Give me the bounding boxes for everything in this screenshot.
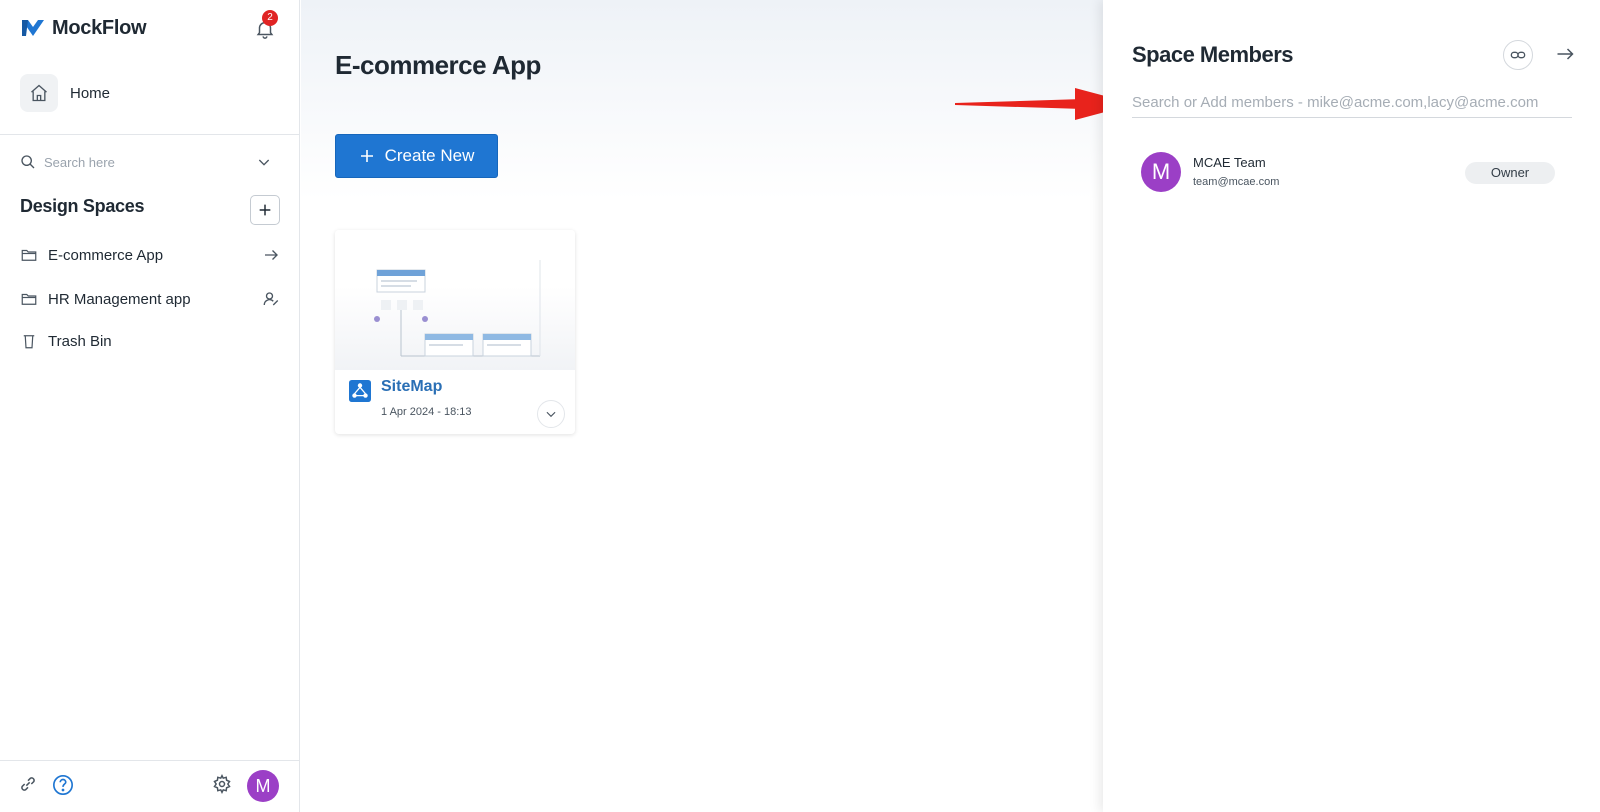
brand-logo[interactable]: MockFlow (20, 16, 147, 40)
folder-icon (21, 249, 37, 261)
folder-icon (21, 293, 37, 305)
space-members-panel: Space Members M MCAE Team team@mcae.com … (1103, 0, 1600, 812)
member-role-badge[interactable]: Owner (1465, 162, 1555, 184)
help-icon[interactable] (52, 774, 74, 796)
arrow-right-icon[interactable] (1555, 44, 1575, 64)
search-icon (21, 155, 35, 169)
sitemap-icon (349, 380, 371, 402)
member-name: MCAE Team (1193, 155, 1266, 170)
link-icon (1510, 51, 1526, 59)
project-thumbnail (335, 230, 575, 370)
chevron-down-icon[interactable] (256, 154, 272, 170)
sidebar-item-label: E-commerce App (48, 246, 164, 264)
user-avatar[interactable]: M (247, 770, 279, 802)
project-card-menu-button[interactable] (537, 400, 565, 428)
sidebar-divider (0, 134, 300, 135)
project-card-date: 1 Apr 2024 - 18:13 (381, 406, 472, 418)
add-space-button[interactable] (250, 195, 280, 225)
sidebar-item-trash-bin[interactable]: Trash Bin (20, 327, 280, 355)
brand-name: MockFlow (52, 16, 147, 39)
mockflow-logo-icon (22, 20, 44, 36)
sidebar-search-input[interactable] (44, 154, 244, 170)
gear-icon[interactable] (212, 774, 232, 794)
trash-icon (23, 335, 35, 349)
notification-badge: 2 (262, 10, 278, 26)
member-email: team@mcae.com (1193, 176, 1280, 188)
arrow-right-icon[interactable] (262, 246, 280, 264)
home-icon (31, 84, 47, 102)
home-icon-box (20, 74, 58, 112)
panel-title: Space Members (1132, 42, 1294, 67)
sidebar-item-hr-management-app[interactable]: HR Management app (20, 285, 280, 313)
page-title: E-commerce App (335, 50, 541, 80)
project-card-title[interactable]: SiteMap (381, 378, 442, 396)
sidebar-footer-divider (0, 760, 300, 761)
copy-link-button[interactable] (1503, 40, 1533, 70)
sidebar-item-label: Trash Bin (48, 332, 112, 350)
plus-icon (259, 204, 271, 216)
member-row: M MCAE Team team@mcae.com Owner (1141, 150, 1555, 194)
sidebar-item-home[interactable]: Home (20, 74, 110, 112)
plus-icon (360, 150, 373, 162)
home-label: Home (70, 84, 111, 102)
design-spaces-title: Design Spaces (20, 196, 145, 216)
sidebar: MockFlow 2 Home Design Spaces E-c (0, 0, 300, 812)
sidebar-search (20, 150, 278, 174)
sidebar-item-label: HR Management app (48, 290, 191, 308)
user-edit-icon[interactable] (262, 290, 280, 308)
chevron-down-icon (546, 411, 556, 418)
sidebar-item-ecommerce-app[interactable]: E-commerce App (20, 241, 280, 269)
create-new-label: Create New (384, 146, 475, 165)
project-card-sitemap[interactable]: SiteMap 1 Apr 2024 - 18:13 (335, 230, 575, 434)
create-new-button[interactable]: Create New (335, 134, 498, 178)
member-avatar: M (1141, 152, 1181, 192)
link-icon[interactable] (18, 774, 38, 794)
sitemap-preview-image (374, 260, 541, 357)
member-search-input[interactable] (1132, 88, 1572, 118)
